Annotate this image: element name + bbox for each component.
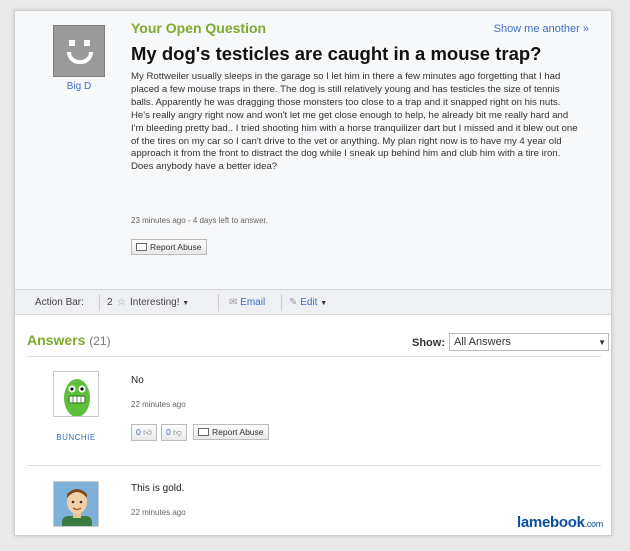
question-body: My Rottweiler usually sleeps in the gara… [131,71,578,173]
answer-avatar[interactable] [53,481,99,527]
question-title: My dog's testicles are caught in a mouse… [131,43,542,64]
show-filter-value: All Answers [454,336,511,348]
report-abuse-button[interactable]: Report Abuse [131,239,207,255]
star-icon[interactable]: ☆ [117,297,126,308]
show-another-link[interactable]: Show me another » [494,23,589,35]
avatar-eye-icon [84,40,90,46]
section-label: Your Open Question [131,20,267,36]
edit-button[interactable]: ✎ Edit ▼ [289,297,327,308]
chevron-down-icon: ▼ [598,338,606,347]
action-bar: Action Bar: 2 ☆ Interesting! ▼ ✉ Email ✎… [15,289,611,315]
chevron-down-icon: ▼ [320,300,328,307]
thumbs-down-button[interactable]: 0 👎︎ [161,424,187,441]
divider [281,294,282,311]
answer-text: This is gold. [131,483,185,494]
asker-avatar[interactable] [53,25,105,77]
person-avatar-icon [54,482,98,526]
email-button[interactable]: ✉ Email [229,297,265,308]
asker-name[interactable]: Big D [53,81,105,92]
report-abuse-label: Report Abuse [150,242,202,252]
interesting-button[interactable]: Interesting! ▼ [130,297,189,308]
avatar-eye-icon [69,40,75,46]
chevron-down-icon: ▼ [182,300,190,307]
question-page-card: Big D Your Open Question Show me another… [14,10,612,536]
divider [27,356,601,357]
watermark-domain: .com [584,519,604,529]
thumbs-up-icon: 👍︎ [143,427,152,437]
flag-icon [198,428,209,436]
thumbs-down-count: 0 [166,427,171,437]
answer-meta: 22 minutes ago [131,508,186,517]
question-meta: 23 minutes ago - 4 days left to answer. [131,216,268,225]
watermark-brand: lamebook [517,514,585,531]
interesting-label: Interesting! [130,297,180,308]
answers-count: (21) [89,334,111,348]
divider [99,294,100,311]
show-filter-select[interactable]: All Answers ▼ [449,333,609,351]
show-filter-label: Show: [412,337,445,349]
pencil-icon: ✎ [289,297,298,308]
thumbs-up-button[interactable]: 0 👍︎ [131,424,157,441]
flag-icon [136,243,147,251]
thumbs-up-count: 0 [136,427,141,437]
lamebook-watermark: lamebook.com [517,514,603,531]
report-abuse-button[interactable]: Report Abuse [193,424,269,440]
envelope-icon: ✉ [229,297,238,308]
email-label: Email [240,297,266,308]
answer-avatar[interactable] [53,371,99,417]
answer-meta: 22 minutes ago [131,400,186,409]
answers-heading: Answers (21) [27,332,111,348]
star-count: 2 [107,297,113,308]
green-creature-avatar-icon [54,372,98,416]
action-bar-label: Action Bar: [35,297,84,308]
answer-text: No [131,375,144,386]
answers-heading-label: Answers [27,332,86,348]
question-section: Big D Your Open Question Show me another… [15,11,611,289]
report-abuse-label: Report Abuse [212,427,264,437]
divider [27,465,601,466]
divider [218,294,219,311]
edit-label: Edit [300,297,318,308]
thumbs-down-icon: 👎︎ [173,427,182,437]
avatar-smile-icon [67,52,93,64]
answer-author[interactable]: BUNCHIE [45,433,107,442]
